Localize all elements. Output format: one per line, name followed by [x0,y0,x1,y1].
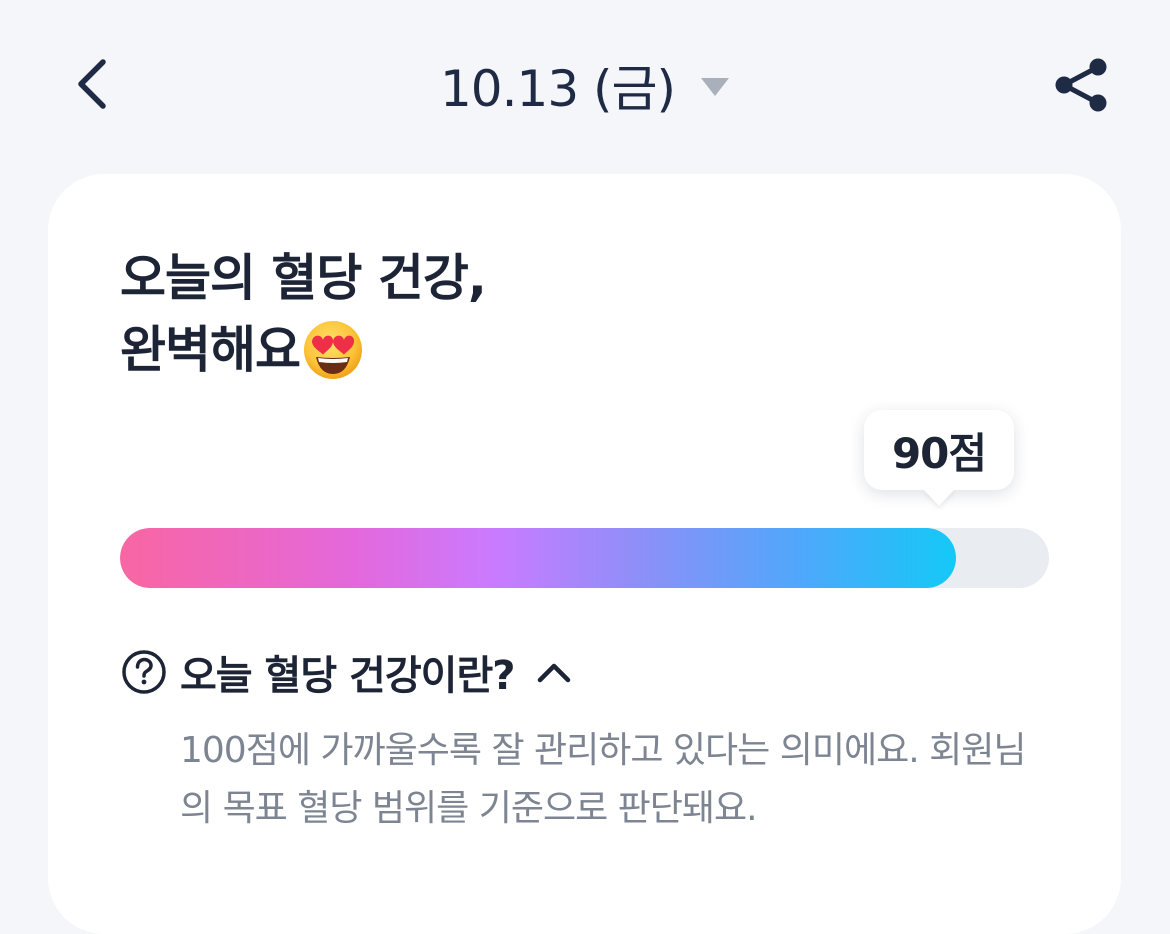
date-label: 10.13 (금) [440,60,676,118]
caret-down-icon [701,78,730,96]
score-label: 90점 [891,428,987,478]
share-icon [1055,58,1107,112]
top-bar: 10.13 (금) [0,0,1170,170]
score-progress-fill [120,528,957,588]
question-circle-icon [120,648,168,696]
info-toggle[interactable]: 오늘 혈당 건강이란? [120,644,574,700]
back-button[interactable] [62,52,122,116]
chevron-left-icon [78,59,106,109]
headline-line-2: 완벽해요 [120,321,301,379]
date-selector[interactable]: 10.13 (금) [440,50,730,120]
info-title: 오늘 혈당 건강이란? [180,653,515,699]
heart-eyes-emoji-icon [304,320,362,379]
score-tooltip: 90점 [864,410,1014,490]
share-button[interactable] [1046,50,1116,120]
headline-line-1: 오늘의 혈당 건강, [120,249,487,307]
headline: 오늘의 혈당 건강, 완벽해요 [120,242,487,386]
blood-sugar-score-card: 오늘의 혈당 건강, 완벽해요 90점 오늘 혈당 건강이란? 100점에 가까… [48,174,1121,934]
score-progress-bar [120,528,1049,588]
info-description: 100점에 가까울수록 잘 관리하고 있다는 의미에요. 회원님의 목표 혈당 … [180,730,1026,829]
chevron-up-icon[interactable] [534,652,574,692]
